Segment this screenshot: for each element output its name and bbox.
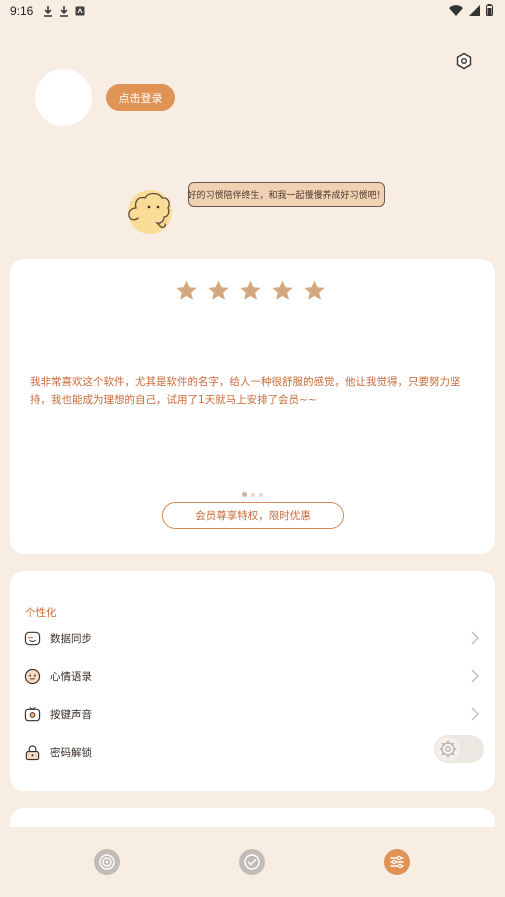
carousel-dot (251, 492, 255, 497)
star-icon (208, 280, 229, 300)
target-icon (99, 854, 115, 870)
avatar[interactable] (35, 69, 92, 126)
nav-focus[interactable] (94, 849, 120, 875)
nav-settings[interactable] (384, 849, 410, 875)
settings-item-data-sync[interactable]: 数据同步 (24, 627, 480, 649)
review-text: 我非常喜欢这个软件，尤其是软件的名字，给人一种很舒服的感觉，他让我觉得，只要努力… (30, 376, 461, 406)
settings-button[interactable] (455, 52, 473, 70)
settings-item-label: 密码解锁 (50, 746, 92, 759)
download-icon (43, 5, 53, 17)
lock-icon (25, 744, 40, 760)
status-bar: 9:16 (0, 0, 505, 22)
star-icon (304, 280, 325, 300)
chevron-right-icon (471, 707, 479, 721)
settings-item-label: 心情语录 (50, 670, 92, 683)
password-unlock-toggle[interactable] (434, 735, 484, 763)
review-card[interactable]: 我非常喜欢这个软件，尤其是软件的名字，给人一种很舒服的感觉，他让我觉得，只要努力… (10, 259, 495, 554)
carousel-indicator (242, 492, 263, 497)
chevron-right-icon (471, 631, 479, 645)
rating-stars (175, 279, 326, 302)
bottom-nav (0, 827, 505, 897)
gear-icon (456, 52, 472, 70)
chevron-right-icon (471, 669, 479, 683)
login-button[interactable]: 点击登录 (106, 84, 175, 111)
sound-icon (24, 706, 41, 721)
app-notification-icon (75, 6, 85, 16)
gear-knob-icon (439, 740, 457, 758)
personalization-card: 个性化 数据同步 心情语录 按键声音 密码解锁 (10, 571, 495, 791)
check-circle-icon (244, 854, 260, 870)
nav-checkin[interactable] (239, 849, 265, 875)
sliders-icon (390, 855, 404, 869)
download-icon (59, 5, 69, 17)
sync-icon (24, 631, 41, 645)
battery-icon (486, 4, 493, 19)
membership-button[interactable]: 会员尊享特权，限时优惠 (162, 502, 344, 529)
star-icon (176, 280, 197, 300)
settings-item-mood-quotes[interactable]: 心情语录 (24, 665, 480, 687)
settings-item-password-unlock: 密码解锁 (24, 735, 484, 763)
toggle-knob (436, 737, 460, 761)
signal-icon (469, 4, 480, 19)
star-icon (240, 280, 261, 300)
mood-icon (24, 668, 41, 684)
star-icon (272, 280, 293, 300)
settings-item-label: 数据同步 (50, 632, 92, 645)
elephant-mascot-icon (118, 186, 184, 238)
wifi-icon (449, 4, 463, 19)
status-time: 9:16 (10, 4, 34, 18)
carousel-dot (259, 492, 263, 497)
mascot-speech-bubble: 好的习惯陪伴终生，和我一起慢慢养成好习惯吧！ (188, 182, 386, 207)
carousel-dot (242, 492, 247, 497)
settings-item-label: 按键声音 (50, 708, 92, 721)
section-title: 个性化 (25, 607, 57, 619)
settings-item-key-sound[interactable]: 按键声音 (24, 703, 480, 725)
